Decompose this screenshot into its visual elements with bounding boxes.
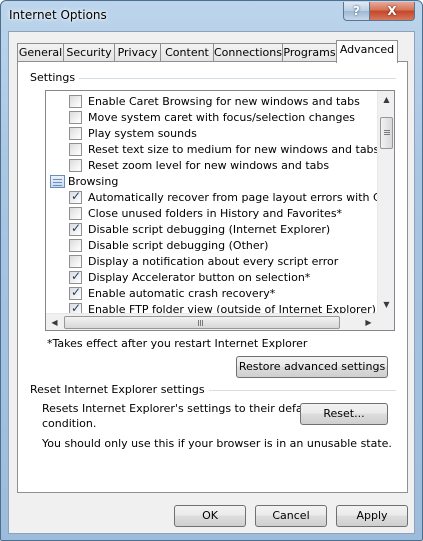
checkbox-checked[interactable] bbox=[69, 285, 82, 300]
settings-option-label: Enable FTP folder view (outside of Inter… bbox=[88, 303, 376, 313]
settings-option-label: Reset zoom level for new windows and tab… bbox=[88, 159, 330, 172]
checkbox-unchecked[interactable] bbox=[69, 95, 82, 108]
restart-footnote: *Takes effect after you restart Internet… bbox=[47, 337, 308, 350]
settings-group-line bbox=[30, 78, 396, 79]
close-button[interactable]: X bbox=[369, 2, 415, 21]
settings-option-row[interactable]: Reset zoom level for new windows and tab… bbox=[46, 158, 377, 174]
vertical-scrollbar[interactable]: ▲ ▼ bbox=[377, 91, 394, 313]
settings-group-row: Browsing bbox=[46, 174, 377, 190]
settings-option-row[interactable]: Enable FTP folder view (outside of Inter… bbox=[46, 301, 377, 313]
settings-group-title: Browsing bbox=[68, 175, 119, 188]
checkbox-unchecked[interactable] bbox=[69, 207, 82, 220]
checkbox-checked[interactable] bbox=[69, 301, 82, 313]
checkbox-unchecked[interactable] bbox=[69, 111, 82, 124]
settings-option-row[interactable]: Display Accelerator button on selection* bbox=[46, 269, 377, 286]
checkbox-checked[interactable] bbox=[69, 269, 82, 284]
settings-option-label: Enable Caret Browsing for new windows an… bbox=[88, 95, 360, 108]
settings-option-row[interactable]: Close unused folders in History and Favo… bbox=[46, 206, 377, 222]
scroll-up-icon[interactable]: ▲ bbox=[378, 91, 394, 108]
settings-items: Enable Caret Browsing for new windows an… bbox=[46, 91, 377, 313]
internet-options-window: Internet Options ? X General Security Pr… bbox=[0, 0, 423, 541]
checkbox-unchecked[interactable] bbox=[69, 255, 82, 268]
settings-group-label: Settings bbox=[30, 71, 80, 84]
scroll-corner bbox=[377, 313, 394, 330]
tab-privacy[interactable]: Privacy bbox=[114, 43, 161, 62]
settings-option-label: Reset text size to medium for new window… bbox=[88, 143, 377, 156]
help-icon: ? bbox=[353, 4, 360, 18]
settings-option-label: Play system sounds bbox=[88, 127, 197, 140]
reset-description-line2: condition. bbox=[42, 417, 97, 430]
cancel-button[interactable]: Cancel bbox=[255, 505, 327, 527]
reset-warning: You should only use this if your browser… bbox=[42, 437, 392, 450]
settings-option-row[interactable]: Move system caret with focus/selection c… bbox=[46, 110, 377, 126]
checkbox-unchecked[interactable] bbox=[69, 127, 82, 140]
tab-connections[interactable]: Connections bbox=[213, 43, 283, 62]
settings-option-row[interactable]: Disable script debugging (Internet Explo… bbox=[46, 221, 377, 238]
settings-option-label: Display Accelerator button on selection* bbox=[88, 271, 311, 284]
vertical-scroll-thumb[interactable] bbox=[380, 117, 393, 149]
tab-security[interactable]: Security bbox=[63, 43, 115, 62]
tab-general[interactable]: General bbox=[17, 43, 64, 62]
apply-button[interactable]: Apply bbox=[336, 505, 408, 527]
tab-advanced[interactable]: Advanced bbox=[336, 40, 398, 63]
settings-option-label: Disable script debugging (Other) bbox=[88, 239, 269, 252]
settings-option-label: Move system caret with focus/selection c… bbox=[88, 111, 355, 124]
settings-option-label: Close unused folders in History and Favo… bbox=[88, 207, 343, 220]
settings-option-row[interactable]: Enable automatic crash recovery* bbox=[46, 285, 377, 302]
scroll-left-icon[interactable]: ◀ bbox=[46, 314, 63, 330]
scroll-right-icon[interactable]: ▶ bbox=[360, 314, 377, 330]
reset-group-label: Reset Internet Explorer settings bbox=[30, 383, 209, 396]
close-icon: X bbox=[387, 4, 397, 18]
checkbox-checked[interactable] bbox=[69, 221, 82, 236]
settings-option-label: Automatically recover from page layout e… bbox=[88, 191, 377, 204]
settings-option-row[interactable]: Reset text size to medium for new window… bbox=[46, 142, 377, 158]
settings-option-row[interactable]: Disable script debugging (Other) bbox=[46, 238, 377, 254]
horizontal-scrollbar[interactable]: ◀ ▶ bbox=[46, 313, 377, 330]
scroll-down-icon[interactable]: ▼ bbox=[378, 296, 394, 313]
settings-option-row[interactable]: Play system sounds bbox=[46, 126, 377, 142]
window-title: Internet Options bbox=[9, 8, 107, 22]
advanced-tab-panel: Settings Enable Caret Browsing for new w… bbox=[17, 61, 408, 493]
settings-option-row[interactable]: Enable Caret Browsing for new windows an… bbox=[46, 94, 377, 110]
checkbox-checked[interactable] bbox=[69, 189, 82, 204]
reset-description-line1: Resets Internet Explorer's settings to t… bbox=[42, 402, 317, 415]
settings-option-label: Enable automatic crash recovery* bbox=[88, 287, 276, 300]
checkbox-unchecked[interactable] bbox=[69, 143, 82, 156]
settings-option-label: Display a notification about every scrip… bbox=[88, 255, 339, 268]
settings-option-row[interactable]: Automatically recover from page layout e… bbox=[46, 189, 377, 206]
checkbox-unchecked[interactable] bbox=[69, 239, 82, 252]
horizontal-scroll-thumb[interactable] bbox=[64, 316, 340, 329]
dialog-client-area: General Security Privacy Content Connect… bbox=[8, 31, 415, 534]
tab-programs[interactable]: Programs bbox=[282, 43, 337, 62]
settings-list[interactable]: Enable Caret Browsing for new windows an… bbox=[45, 90, 395, 331]
settings-option-row[interactable]: Display a notification about every scrip… bbox=[46, 254, 377, 270]
tab-content[interactable]: Content bbox=[160, 43, 214, 62]
restore-advanced-settings-button[interactable]: Restore advanced settings bbox=[236, 356, 388, 378]
ok-button[interactable]: OK bbox=[174, 505, 246, 527]
checkbox-unchecked[interactable] bbox=[69, 159, 82, 172]
help-button[interactable]: ? bbox=[343, 2, 370, 21]
reset-button[interactable]: Reset... bbox=[300, 403, 388, 425]
title-bar[interactable]: Internet Options ? X bbox=[1, 1, 422, 31]
settings-folder-icon bbox=[50, 175, 65, 188]
settings-option-label: Disable script debugging (Internet Explo… bbox=[88, 223, 331, 236]
